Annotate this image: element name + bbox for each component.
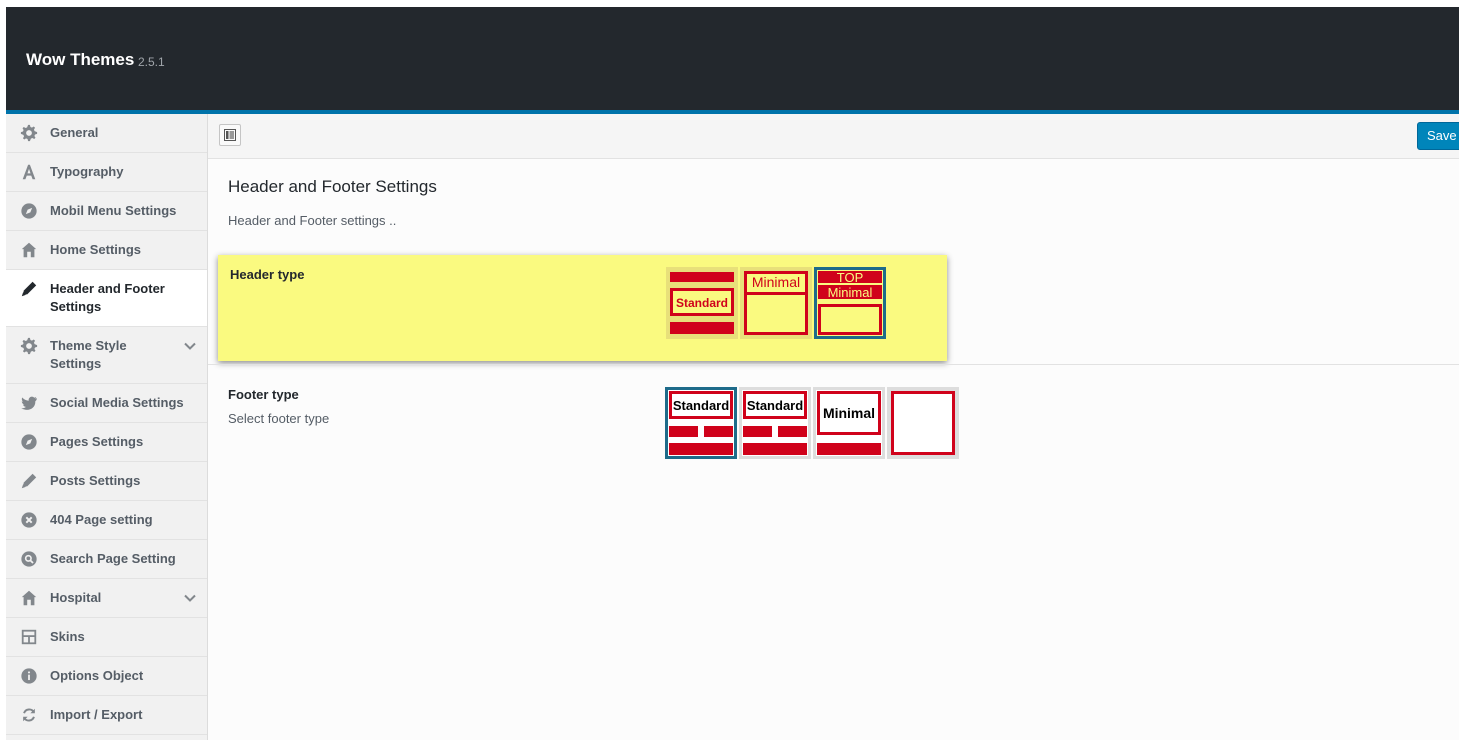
sidebar: General Typography Mobil Menu Settings H… [6, 114, 208, 740]
footer-option-none[interactable] [887, 387, 959, 459]
sidebar-item-label: Skins [50, 629, 85, 644]
header-option-label: Minimal [752, 274, 800, 290]
sidebar-item-options-object[interactable]: Options Object [6, 657, 207, 696]
app-title: Wow Themes [26, 50, 135, 69]
sidebar-item-label: Social Media Settings [50, 395, 184, 410]
sidebar-item-header-and-footer-settings[interactable]: Header and Footer Settings [6, 270, 207, 327]
sidebar-item-label: Pages Settings [50, 434, 144, 449]
footer-option-minimal[interactable]: Minimal [813, 387, 885, 459]
save-button[interactable]: Save Changes [1417, 122, 1459, 150]
pencil-icon [19, 471, 39, 491]
divider [208, 364, 1459, 365]
header-option-standard[interactable]: Standard [666, 267, 738, 339]
page-description: Header and Footer settings .. [228, 213, 397, 228]
sidebar-item-skins[interactable]: Skins [6, 618, 207, 657]
info-icon [19, 666, 39, 686]
admin-header: Wow Themes 2.5.1 [6, 7, 1459, 114]
sidebar-item-label: Mobil Menu Settings [50, 203, 177, 218]
footer-option-standard-1[interactable]: Standard [665, 387, 737, 459]
search-icon [19, 549, 39, 569]
footer-option-standard-2[interactable]: Standard [739, 387, 811, 459]
header-type-title: Header type [230, 267, 305, 282]
compass-icon [19, 201, 39, 221]
toolbar: Save Changes [208, 114, 1459, 159]
home-icon [19, 240, 39, 260]
sidebar-item-label: Typography [50, 164, 124, 179]
sidebar-item-typography[interactable]: Typography [6, 153, 207, 192]
sidebar-item-general[interactable]: General [6, 114, 207, 153]
pencil-icon [19, 279, 39, 299]
sidebar-item-404-page-setting[interactable]: 404 Page setting [6, 501, 207, 540]
twitter-icon [19, 393, 39, 413]
compass-icon [19, 432, 39, 452]
sidebar-item-label: Search Page Setting [50, 551, 176, 566]
chevron-down-icon[interactable] [183, 339, 197, 353]
footer-option-label: Standard [747, 398, 803, 413]
app-version: 2.5.1 [138, 55, 165, 69]
header-option-label: Minimal [828, 285, 873, 300]
gear-icon [19, 336, 39, 356]
sidebar-item-label: Hospital [50, 590, 102, 605]
sidebar-item-label: General [50, 125, 99, 140]
footer-option-label: Minimal [823, 405, 875, 421]
sidebar-item-label: Options Object [50, 668, 144, 683]
sidebar-item-import-export[interactable]: Import / Export [6, 696, 207, 735]
footer-type-title: Footer type [228, 387, 299, 402]
gear-icon [19, 123, 39, 143]
footer-option-label: Standard [673, 398, 729, 413]
page-title: Header and Footer Settings [228, 177, 437, 196]
header-option-top-minimal[interactable]: TOP Minimal [814, 267, 886, 339]
expand-options-button[interactable] [219, 124, 241, 146]
sidebar-item-label: Posts Settings [50, 473, 141, 488]
font-icon [19, 162, 39, 182]
sidebar-item-search-page-setting[interactable]: Search Page Setting [6, 540, 207, 579]
sidebar-item-pages-settings[interactable]: Pages Settings [6, 423, 207, 462]
sidebar-item-social-media-settings[interactable]: Social Media Settings [6, 384, 207, 423]
sidebar-item-posts-settings[interactable]: Posts Settings [6, 462, 207, 501]
sidebar-item-label: Home Settings [50, 242, 142, 257]
layout-icon [19, 627, 39, 647]
dismiss-icon [19, 510, 39, 530]
sidebar-item-mobil-menu-settings[interactable]: Mobil Menu Settings [6, 192, 207, 231]
sidebar-item-home-settings[interactable]: Home Settings [6, 231, 207, 270]
header-option-label-top: TOP [837, 270, 864, 285]
refresh-icon [19, 705, 39, 725]
home-icon [19, 588, 39, 608]
sidebar-item-label: Import / Export [50, 707, 143, 722]
sidebar-item-theme-style-settings[interactable]: Theme Style Settings [6, 327, 207, 384]
chevron-down-icon[interactable] [183, 591, 197, 605]
footer-type-subtitle: Select footer type [228, 411, 330, 426]
main-panel: Save Changes Header and Footer Settings … [208, 114, 1459, 740]
sidebar-item-label: 404 Page setting [50, 512, 153, 527]
sidebar-item-label: Header and Footer Settings [50, 281, 165, 314]
header-type-row: Header type Standard Minimal TOP Minimal [218, 255, 947, 361]
header-option-minimal[interactable]: Minimal [740, 267, 812, 339]
sidebar-item-label: Theme Style Settings [50, 338, 127, 371]
layout-icon [224, 129, 236, 141]
header-option-label: Standard [676, 296, 728, 310]
sidebar-item-hospital[interactable]: Hospital [6, 579, 207, 618]
